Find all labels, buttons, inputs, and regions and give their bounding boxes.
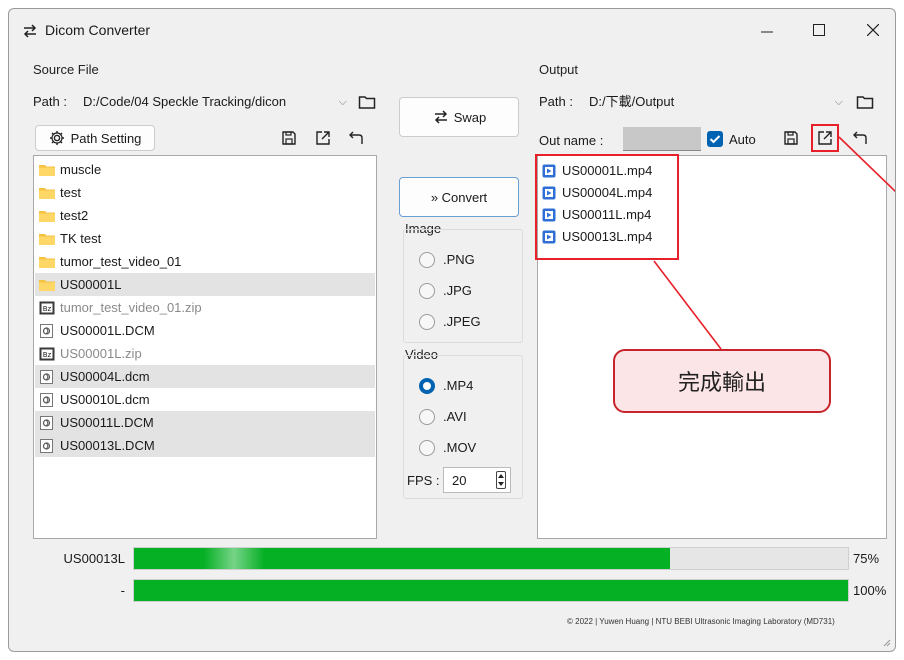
progress-bar	[133, 547, 849, 570]
app-window: Dicom Converter Source File Path : D:/Co…	[8, 8, 896, 652]
completion-callout: 完成輸出	[613, 349, 831, 413]
resize-grip-icon[interactable]	[881, 637, 891, 647]
progress-bar	[133, 579, 849, 602]
progress-fill	[134, 580, 848, 601]
progress-percent: 100%	[853, 583, 887, 598]
footer-credit: © 2022 | Yuwen Huang | NTU BEBI Ultrason…	[567, 617, 835, 626]
progress-label: US00013L	[63, 551, 125, 566]
progress-fill	[134, 548, 670, 569]
progress-percent: 75%	[853, 551, 880, 566]
progress-label: -	[120, 583, 125, 598]
callout-text: 完成輸出	[677, 371, 766, 396]
